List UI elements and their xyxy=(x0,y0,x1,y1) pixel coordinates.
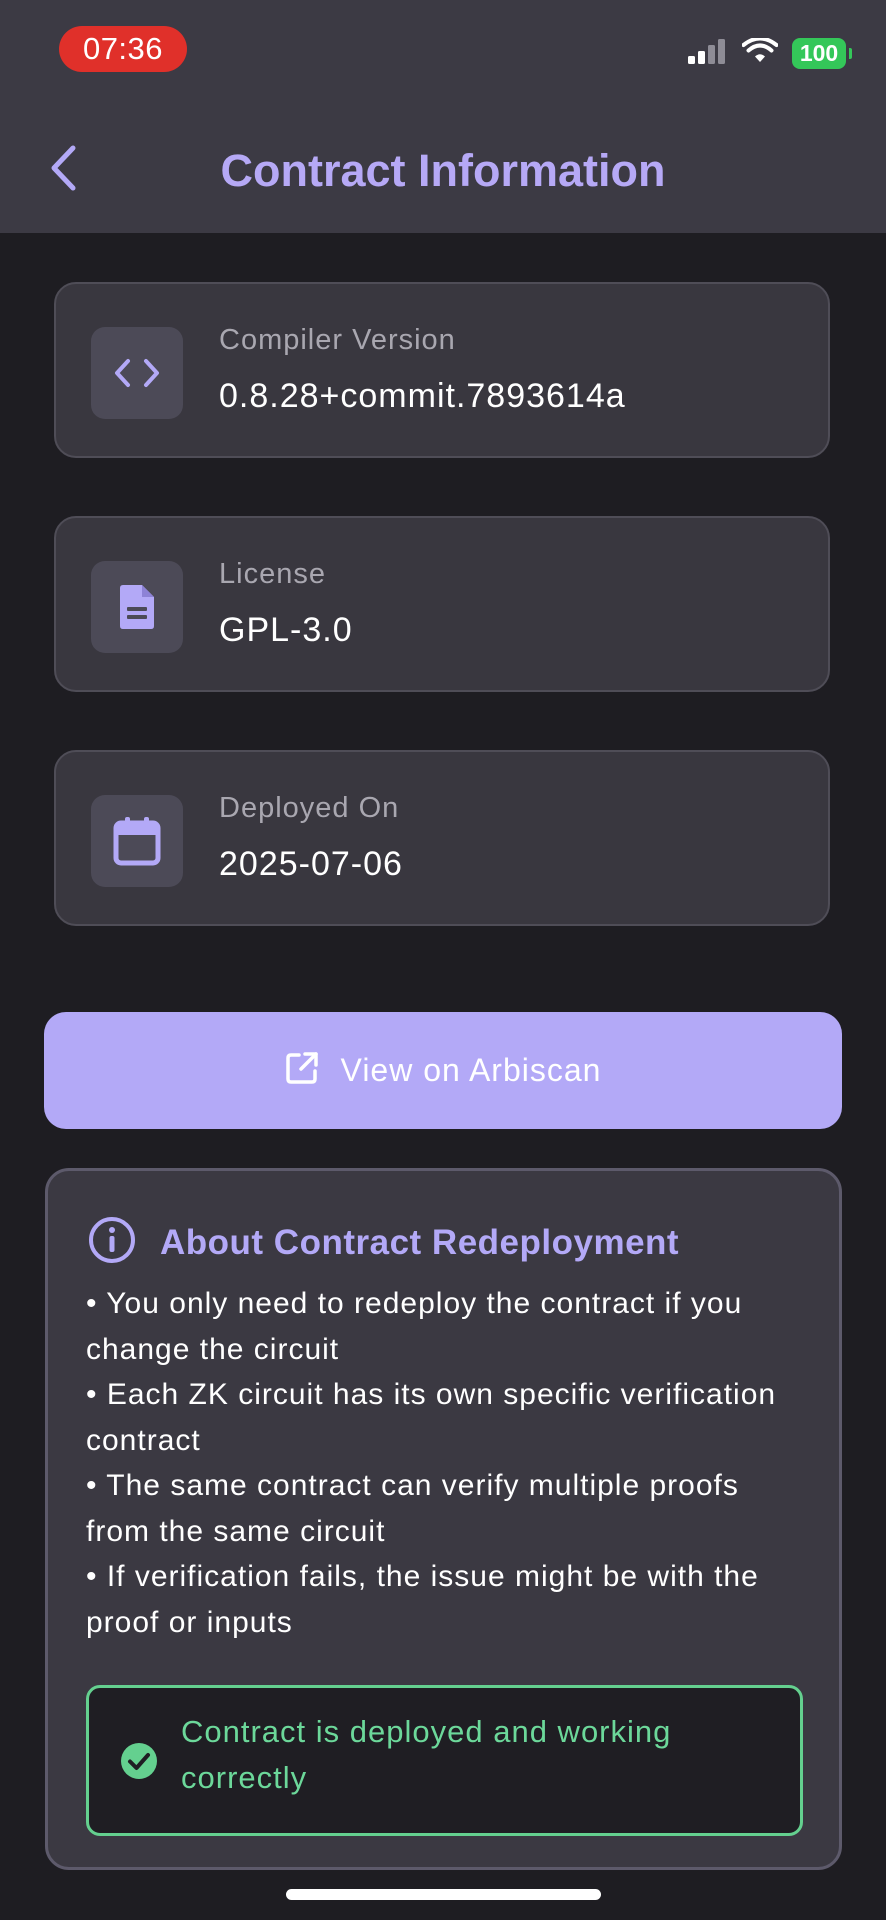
deployed-on-value: 2025-07-06 xyxy=(219,845,403,883)
license-label: License xyxy=(219,558,326,590)
cellular-signal-icon xyxy=(688,38,728,69)
about-title-row: About Contract Redeployment xyxy=(88,1216,679,1269)
view-on-arbiscan-button[interactable]: View on Arbiscan xyxy=(44,1012,842,1129)
app-header: 07:36 100 Contract Information xyxy=(0,0,886,233)
about-list: • You only need to redeploy the contract… xyxy=(86,1281,806,1645)
compiler-version-label: Compiler Version xyxy=(219,324,456,356)
battery-indicator: 100 xyxy=(792,38,852,69)
wifi-icon xyxy=(741,36,779,69)
check-circle-icon xyxy=(120,1742,158,1780)
external-link-icon xyxy=(285,1051,319,1090)
list-item: • The same contract can verify multiple … xyxy=(86,1469,739,1548)
view-on-arbiscan-label: View on Arbiscan xyxy=(340,1052,602,1088)
deployment-status-box: Contract is deployed and working correct… xyxy=(86,1685,803,1836)
license-value: GPL-3.0 xyxy=(219,611,353,649)
status-indicators: 100 xyxy=(688,36,852,69)
document-icon xyxy=(91,561,183,653)
about-title: About Contract Redeployment xyxy=(160,1222,680,1262)
status-time: 07:36 xyxy=(59,26,187,72)
info-icon xyxy=(88,1216,136,1269)
deployed-on-card: Deployed On 2025-07-06 xyxy=(54,750,830,926)
deployment-status-text: Contract is deployed and working correct… xyxy=(181,1714,672,1795)
page-title: Contract Information xyxy=(220,145,666,196)
compiler-version-value: 0.8.28+commit.7893614a xyxy=(219,377,626,415)
deployed-on-label: Deployed On xyxy=(219,792,400,824)
list-item: • If verification fails, the issue might… xyxy=(86,1560,759,1639)
license-card: License GPL-3.0 xyxy=(54,516,830,692)
list-item: • Each ZK circuit has its own specific v… xyxy=(86,1378,777,1457)
home-indicator[interactable] xyxy=(286,1889,601,1900)
list-item: • You only need to redeploy the contract… xyxy=(86,1287,743,1366)
code-icon xyxy=(91,327,183,419)
compiler-version-card: Compiler Version 0.8.28+commit.7893614a xyxy=(54,282,830,458)
calendar-icon xyxy=(91,795,183,887)
about-redeployment-card: About Contract Redeployment • You only n… xyxy=(45,1168,842,1870)
